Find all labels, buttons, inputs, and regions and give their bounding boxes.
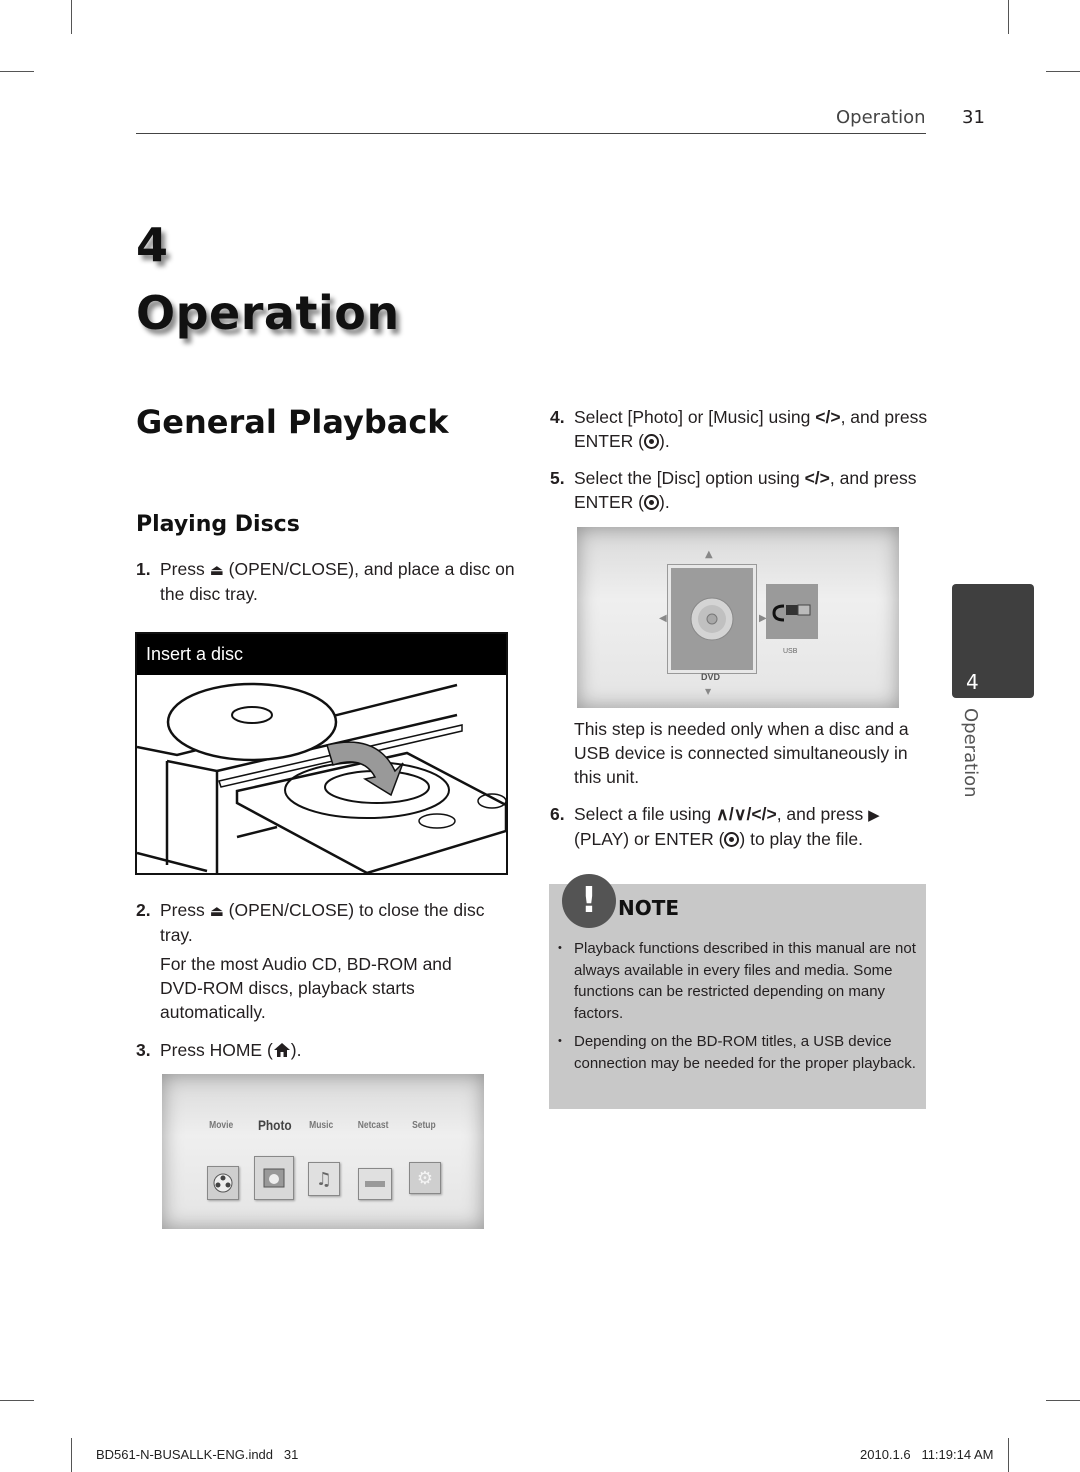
step-text: , and press: [776, 804, 864, 824]
step-number: 3.: [136, 1040, 151, 1060]
note-item: Playback functions described in this man…: [556, 938, 921, 1024]
chapter-name: Operation: [136, 286, 400, 340]
step-6: 6. Select a file using ∧/∨/</>, and pres…: [550, 802, 930, 851]
usb-label: USB: [783, 648, 798, 655]
figure-caption: Insert a disc: [137, 634, 506, 675]
side-tab-label: Operation: [960, 708, 981, 798]
left-right-arrows-icon: </>: [815, 407, 841, 427]
enter-icon: [644, 434, 659, 449]
insert-disc-figure: Insert a disc: [135, 632, 508, 875]
crop-mark: [0, 1400, 34, 1401]
note-title: NOTE: [618, 896, 680, 920]
step-5: 5. Select the [Disc] option using </>, a…: [550, 466, 930, 514]
play-icon: ▶: [868, 806, 880, 824]
step-5-note: This step is needed only when a disc and…: [574, 719, 909, 787]
menu-item-photo: Photo: [257, 1117, 292, 1133]
step-text: Select a file using: [574, 804, 712, 824]
step-number: 6.: [550, 804, 565, 824]
left-right-arrows-icon: </>: [804, 468, 830, 488]
step-text: ).: [290, 1040, 302, 1060]
note-item: Depending on the BD-ROM titles, a USB de…: [556, 1031, 921, 1074]
step-1: 1. Press ⏏ (OPEN/CLOSE), and place a dis…: [136, 557, 516, 606]
dvd-disc-icon: [690, 597, 734, 641]
step-4: 4. Select [Photo] or [Music] using </>, …: [550, 405, 930, 453]
direction-arrows-icon: ∧/∨/</>: [716, 804, 777, 824]
side-tab-number: 4: [966, 670, 979, 694]
footer-timestamp: 2010.1.6 11:19:14 AM: [860, 1447, 994, 1462]
movie-reel-icon: [207, 1166, 239, 1200]
step-2-note: For the most Audio CD, BD-ROM and DVD-RO…: [160, 954, 452, 1022]
crop-mark: [1008, 0, 1009, 34]
step-text: Press: [160, 900, 205, 920]
menu-item-movie: Movie: [209, 1120, 234, 1131]
left-arrow-icon: ◀: [659, 613, 667, 624]
step-text: ).: [659, 492, 670, 512]
chapter-title: 4 Operation: [136, 222, 400, 336]
footer-file: BD561-N-BUSALLK-ENG.indd 31: [96, 1447, 299, 1462]
crop-mark: [71, 1438, 72, 1472]
step-text: Select [Photo] or [Music] using: [574, 407, 811, 427]
header-rule: [136, 133, 926, 134]
step-text: Press HOME (: [160, 1040, 273, 1060]
setup-gear-icon: ⚙: [409, 1162, 441, 1194]
chapter-side-tab: [952, 584, 1034, 698]
chapter-number: 4: [136, 218, 169, 272]
step-number: 1.: [136, 559, 151, 579]
photo-icon: [254, 1156, 294, 1200]
step-2: 2. Press ⏏ (OPEN/CLOSE) to close the dis…: [136, 898, 516, 947]
dvd-label: DVD: [701, 672, 721, 682]
menu-item-setup: Setup: [412, 1120, 436, 1131]
subsection-heading: Playing Discs: [136, 512, 300, 537]
usb-plug-icon: [772, 604, 811, 621]
enter-icon: [724, 832, 740, 847]
crop-mark: [1008, 1438, 1009, 1472]
step-3: 3. Press HOME ().: [136, 1038, 516, 1062]
step-text: Select the [Disc] option using: [574, 468, 800, 488]
usb-tile: [766, 584, 818, 639]
eject-icon: ⏏: [209, 902, 224, 920]
step-number: 2.: [136, 900, 151, 920]
music-note-icon: ♫: [308, 1162, 340, 1196]
disc-tray-illustration: [136, 682, 508, 875]
enter-icon: [644, 495, 659, 510]
up-arrow-icon: ▲: [705, 549, 713, 560]
eject-icon: ⏏: [209, 561, 224, 579]
step-text: ) to play the file.: [739, 829, 863, 849]
section-heading: General Playback: [136, 403, 449, 441]
step-text: ).: [659, 431, 670, 451]
menu-item-music: Music: [309, 1120, 334, 1131]
dvd-tile: [667, 564, 757, 674]
menu-item-netcast: Netcast: [357, 1120, 389, 1131]
header-section: Operation: [836, 107, 926, 128]
step-number: 4.: [550, 407, 565, 427]
step-text: (PLAY) or ENTER (: [574, 829, 725, 849]
crop-mark: [1046, 71, 1080, 72]
exclamation-icon: !: [562, 874, 616, 928]
note-list: Playback functions described in this man…: [556, 938, 921, 1081]
crop-mark: [0, 71, 34, 72]
crop-mark: [1046, 1400, 1080, 1401]
page-number: 31: [962, 107, 985, 128]
step-number: 5.: [550, 468, 565, 488]
home-menu-screenshot: Movie Photo Music Netcast Setup ♫ ⚙: [162, 1074, 484, 1229]
down-arrow-icon: ▼: [705, 687, 712, 696]
disc-select-screenshot: ▲ ◀ ▶ DVD USB ▼: [577, 527, 899, 708]
home-icon: [273, 1043, 290, 1057]
step-text: Press: [160, 559, 205, 579]
crop-mark: [71, 0, 72, 34]
netcast-icon: [358, 1168, 392, 1200]
